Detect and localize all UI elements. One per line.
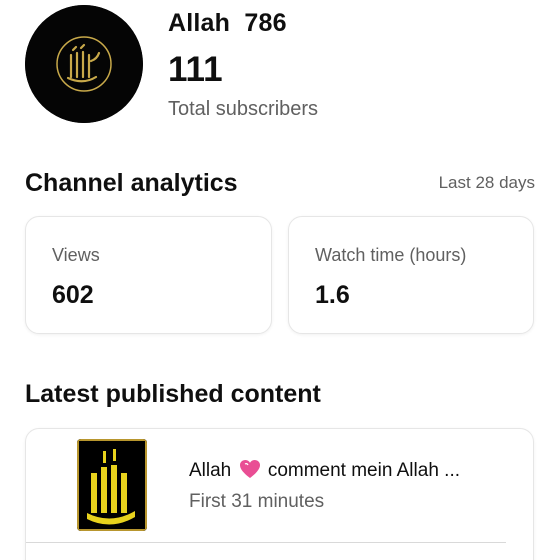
- video-title-suffix: comment mein Allah ...: [267, 460, 461, 481]
- views-label: Views: [52, 245, 100, 265]
- subscriber-label: Total subscribers: [168, 98, 319, 120]
- watch-time-value: 1.6: [315, 281, 350, 309]
- video-thumbnail[interactable]: [77, 439, 147, 531]
- analytics-period[interactable]: Last 28 days: [439, 173, 535, 193]
- analytics-title: Channel analytics: [25, 169, 238, 197]
- subscriber-count: 111: [168, 50, 223, 89]
- allah-calligraphy-icon: [77, 439, 147, 531]
- allah-calligraphy-icon: [25, 5, 143, 123]
- latest-content-title: Latest published content: [25, 380, 321, 408]
- video-title[interactable]: Allah comment mein Allah ...: [189, 459, 509, 482]
- channel-avatar[interactable]: [25, 5, 143, 123]
- channel-name: Allah 786: [168, 9, 287, 37]
- video-title-prefix: Allah: [189, 460, 232, 481]
- views-value: 602: [52, 281, 94, 309]
- views-card[interactable]: Views 602: [25, 216, 272, 334]
- video-subtitle: First 31 minutes: [189, 491, 325, 512]
- watch-time-card[interactable]: Watch time (hours) 1.6: [288, 216, 534, 334]
- watch-time-label: Watch time (hours): [315, 245, 467, 265]
- pink-heart-icon: [239, 460, 260, 478]
- divider: [26, 542, 506, 543]
- channel-header: Allah 786 111 Total subscribers: [0, 0, 560, 140]
- latest-content-card[interactable]: Allah comment mein Allah ... First 31 mi…: [25, 428, 534, 560]
